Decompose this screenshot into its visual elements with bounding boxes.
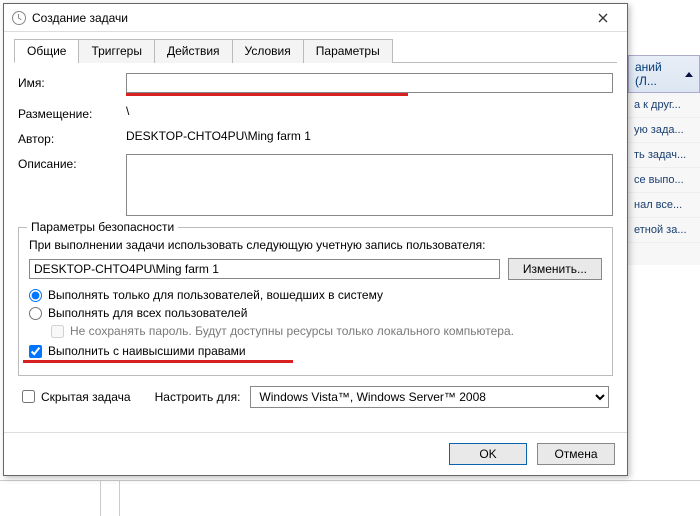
- tab-conditions[interactable]: Условия: [232, 39, 304, 63]
- bg-item[interactable]: нал все...: [628, 193, 700, 218]
- radio-all-users-label: Выполнять для всех пользователей: [48, 306, 247, 320]
- security-groupbox: Параметры безопасности При выполнении за…: [18, 227, 613, 376]
- radio-logged-on-label: Выполнять только для пользователей, воше…: [48, 288, 383, 302]
- name-label: Имя:: [18, 73, 126, 90]
- highest-privileges-label: Выполнить с наивысшими правами: [48, 344, 246, 358]
- titlebar: Создание задачи: [4, 4, 627, 32]
- location-label: Размещение:: [18, 104, 126, 121]
- run-as-label: При выполнении задачи использовать следу…: [29, 238, 602, 252]
- bg-panel-header: аний (Л...: [628, 55, 700, 93]
- tab-actions[interactable]: Действия: [154, 39, 233, 63]
- dialog-button-row: OK Отмена: [4, 432, 627, 475]
- tab-settings[interactable]: Параметры: [303, 39, 393, 63]
- account-field: [29, 259, 500, 279]
- highest-privileges-checkbox[interactable]: [29, 345, 42, 358]
- background-bottom-bar: [0, 480, 700, 515]
- general-form: Имя: Размещение: \ Автор: DESKTOP-CHTO4P…: [14, 63, 617, 408]
- bg-item[interactable]: се выпо...: [628, 168, 700, 193]
- radio-logged-on[interactable]: [29, 289, 42, 302]
- triangle-up-icon: [685, 72, 693, 77]
- bg-item[interactable]: етной за...: [628, 218, 700, 243]
- clock-icon: [12, 11, 26, 25]
- tab-general[interactable]: Общие: [14, 39, 79, 63]
- create-task-dialog: Создание задачи Общие Триггеры Действия …: [3, 3, 628, 476]
- hidden-task-label: Скрытая задача: [41, 390, 131, 404]
- tab-triggers[interactable]: Триггеры: [78, 39, 155, 63]
- ok-button[interactable]: OK: [449, 443, 527, 465]
- close-button[interactable]: [583, 5, 623, 31]
- hidden-task-row[interactable]: Скрытая задача: [22, 390, 131, 404]
- close-icon: [598, 13, 608, 23]
- radio-logged-on-row[interactable]: Выполнять только для пользователей, воше…: [29, 288, 602, 302]
- bg-item[interactable]: а к друг...: [628, 93, 700, 118]
- configure-for-select[interactable]: Windows Vista™, Windows Server™ 2008: [250, 386, 609, 408]
- cancel-button[interactable]: Отмена: [537, 443, 615, 465]
- background-splitter: [100, 481, 120, 516]
- window-title: Создание задачи: [32, 11, 583, 25]
- bg-item[interactable]: ть задач...: [628, 143, 700, 168]
- bg-item[interactable]: ую зада...: [628, 118, 700, 143]
- hidden-task-checkbox[interactable]: [22, 390, 35, 403]
- radio-all-users[interactable]: [29, 307, 42, 320]
- configure-for-label: Настроить для:: [155, 390, 241, 404]
- author-value: DESKTOP-CHTO4PU\Ming farm 1: [126, 129, 613, 143]
- no-store-password-checkbox: [51, 325, 64, 338]
- annotation-underline: [23, 360, 293, 363]
- description-label: Описание:: [18, 154, 126, 171]
- change-user-button[interactable]: Изменить...: [508, 258, 602, 280]
- description-input[interactable]: [126, 154, 613, 216]
- bg-panel-title: аний (Л...: [635, 60, 685, 88]
- no-store-password-row: Не сохранять пароль. Будут доступны ресу…: [51, 324, 602, 338]
- no-store-password-label: Не сохранять пароль. Будут доступны ресу…: [70, 324, 514, 338]
- security-group-title: Параметры безопасности: [27, 220, 178, 234]
- radio-all-users-row[interactable]: Выполнять для всех пользователей: [29, 306, 602, 320]
- tab-strip: Общие Триггеры Действия Условия Параметр…: [14, 38, 617, 63]
- location-value: \: [126, 104, 613, 118]
- author-label: Автор:: [18, 129, 126, 146]
- background-actions-panel: аний (Л... а к друг... ую зада... ть зад…: [627, 55, 700, 265]
- highest-privileges-row[interactable]: Выполнить с наивысшими правами: [29, 344, 602, 358]
- name-input[interactable]: [126, 73, 613, 93]
